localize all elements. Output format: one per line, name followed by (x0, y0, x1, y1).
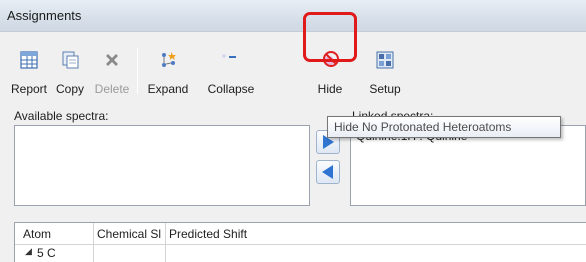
report-button[interactable]: Report (10, 42, 48, 100)
title-bar: Assignments (0, 0, 586, 32)
report-icon (20, 51, 38, 69)
available-spectra-list[interactable] (14, 125, 310, 206)
delete-label: Delete (94, 82, 130, 96)
hide-tooltip: Hide No Protonated Heteroatoms (327, 116, 561, 138)
setup-button[interactable]: Setup (365, 42, 405, 100)
collapse-label: Collapse (207, 82, 255, 96)
column-header-predicted-shift[interactable]: Predicted Shift (169, 227, 369, 241)
copy-icon (62, 51, 79, 69)
expand-triangle-icon[interactable]: ◢ (25, 246, 32, 257)
delete-icon (106, 54, 118, 66)
toolbar: Report Copy Delete Expand Collapse Hide … (10, 42, 586, 102)
table-header: Atom Chemical Sl Predicted Shift (15, 223, 586, 245)
column-header-atom[interactable]: Atom (23, 227, 93, 241)
collapse-button[interactable]: Collapse (197, 42, 265, 100)
expand-button[interactable]: Expand (140, 42, 196, 100)
table-row[interactable]: ◢ 5 C (15, 245, 586, 262)
delete-button[interactable]: Delete (92, 42, 132, 100)
hide-label: Hide (317, 82, 343, 96)
assignments-table: Atom Chemical Sl Predicted Shift ◢ 5 C (14, 222, 586, 262)
atom-cell: 5 C (37, 246, 56, 260)
available-spectra-label: Available spectra: (14, 109, 109, 123)
copy-button[interactable]: Copy (52, 42, 88, 100)
collapse-icon (222, 54, 236, 58)
setup-icon (376, 51, 394, 69)
report-label: Report (10, 82, 48, 96)
hide-button-highlight (303, 12, 357, 62)
copy-label: Copy (55, 82, 84, 96)
column-header-chemical-shift[interactable]: Chemical Sl (97, 227, 165, 241)
setup-label: Setup (369, 82, 401, 96)
assignments-window: Assignments Report Copy Delete Expand Co… (0, 0, 586, 262)
toolbar-separator (137, 48, 138, 94)
expand-label: Expand (147, 82, 189, 96)
window-title: Assignments (7, 8, 82, 23)
expand-icon (162, 52, 176, 67)
unlink-spectrum-button[interactable] (316, 160, 340, 184)
arrow-left-icon (322, 165, 333, 179)
